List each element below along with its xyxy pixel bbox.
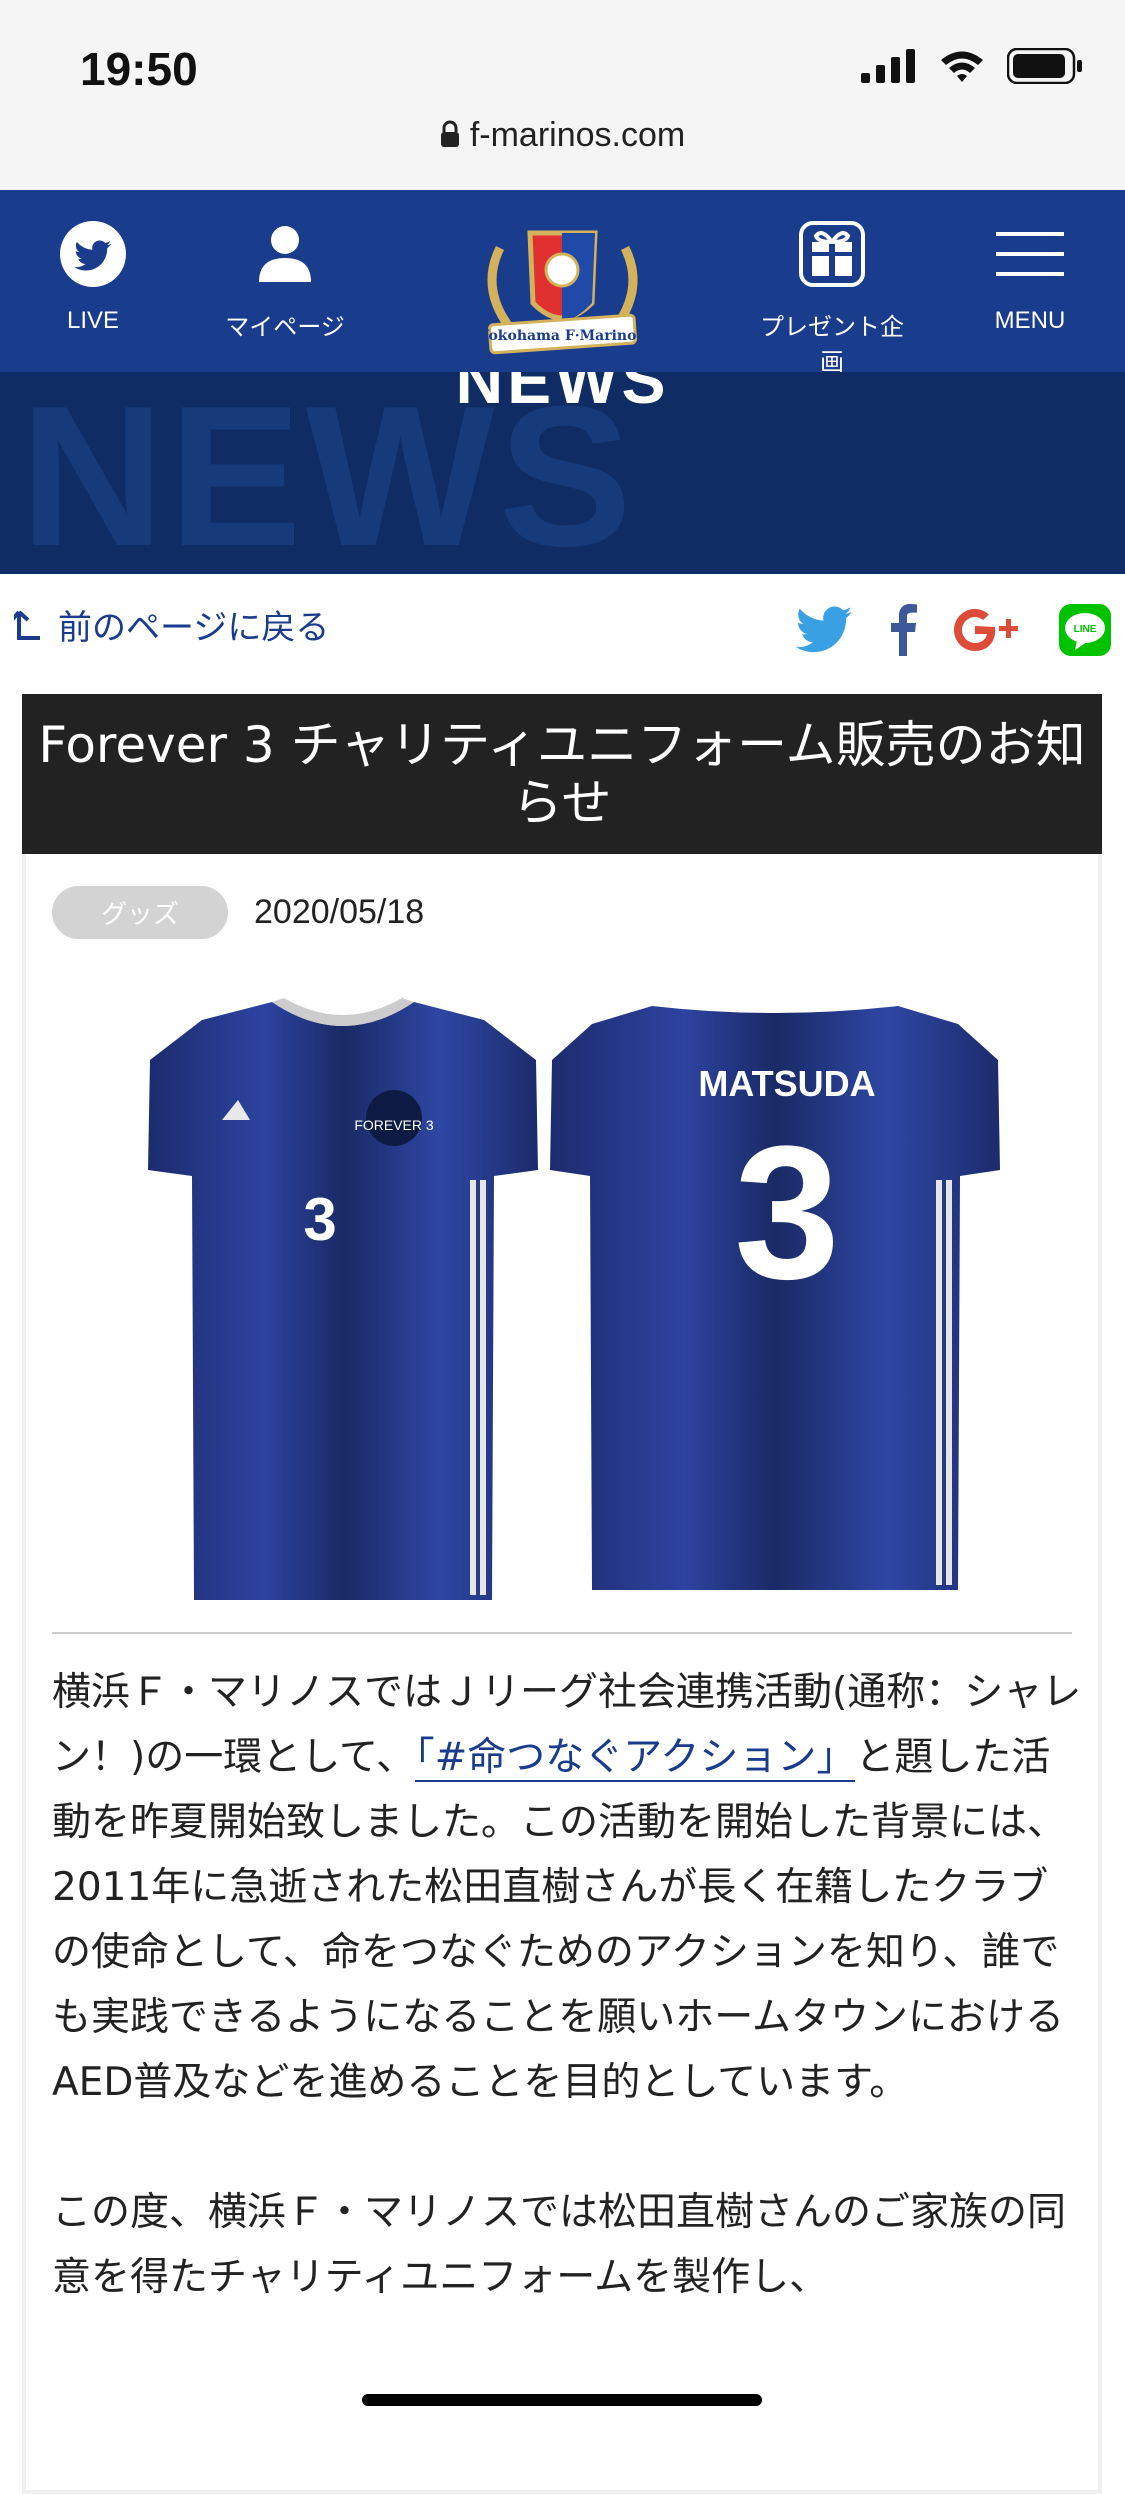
share-buttons: LINE — [759, 604, 1111, 660]
nav-mypage-label: マイページ — [225, 314, 345, 341]
back-jersey: MATSUDA 3 — [550, 1006, 1000, 1590]
nav-present-label: プレゼント企画 — [760, 314, 904, 376]
inochi-tsunagu-action-link[interactable]: 「#命つなぐアクション」 — [415, 1735, 856, 1782]
gift-icon — [799, 221, 865, 287]
back-link[interactable]: 前のページに戻る — [14, 600, 329, 649]
twitter-icon — [60, 221, 126, 287]
signal-icon — [861, 49, 917, 87]
google-plus-icon[interactable] — [953, 608, 1023, 656]
site-header: LIVE マイページ Yokohama F·Marinos プレゼント企画 ME… — [0, 190, 1125, 376]
status-time: 19:50 — [80, 43, 198, 95]
article-paragraph-1: 横浜Ｆ・マリノスではＪリーグ社会連携活動(通称：シャレン！)の一環として、「#命… — [52, 1660, 1082, 2115]
line-icon[interactable]: LINE — [1059, 604, 1111, 660]
nav-present[interactable]: プレゼント企画 — [752, 220, 912, 377]
divider — [52, 1632, 1072, 1634]
back-arrow-icon — [14, 610, 40, 640]
menu-button[interactable]: MENU — [950, 220, 1110, 335]
nav-mypage[interactable]: マイページ — [205, 220, 365, 342]
paragraph-text: と題した活動を昨夏開始致しました。この活動を開始した背景には、2011年に急逝さ… — [52, 1735, 1067, 2105]
home-indicator[interactable] — [362, 2394, 762, 2406]
hamburger-icon — [996, 232, 1064, 276]
twitter-icon[interactable] — [795, 606, 853, 658]
nav-live-label: LIVE — [66, 307, 120, 334]
category-badge[interactable]: グッズ — [52, 886, 228, 939]
front-jersey: 3 FOREVER 3 — [148, 998, 538, 1600]
status-icons — [861, 47, 1083, 88]
back-name: MATSUDA — [698, 1063, 875, 1104]
back-number: 3 — [734, 1107, 840, 1319]
logo-text: Yokohama F·Marinos — [479, 328, 645, 344]
forever3-crest: FOREVER 3 — [354, 1117, 434, 1133]
uniform-image: 3 FOREVER 3 MATSUDA 3 — [52, 980, 1072, 1620]
article-date: 2020/05/18 — [254, 893, 425, 931]
battery-icon — [1006, 47, 1083, 88]
article-paragraph-2: この度、横浜Ｆ・マリノスでは松田直樹さんのご家族の同意を得たチャリティユニフォー… — [52, 2190, 1067, 2300]
nav-live[interactable]: LIVE — [13, 220, 173, 335]
url-text: f-marinos.com — [469, 116, 686, 154]
status-bar: 19:50 f-marinos.com — [0, 0, 1125, 190]
address-bar[interactable]: f-marinos.com — [0, 116, 1125, 157]
menu-label: MENU — [994, 307, 1066, 334]
facebook-icon[interactable] — [889, 604, 917, 660]
article-title: Forever 3 チャリティユニフォーム販売のお知らせ — [22, 694, 1102, 854]
back-link-label: 前のページに戻る — [58, 608, 330, 648]
club-logo[interactable]: Yokohama F·Marinos — [470, 208, 655, 358]
user-icon — [259, 226, 311, 282]
lock-icon — [440, 118, 460, 157]
article-meta: グッズ 2020/05/18 — [52, 886, 424, 939]
article-body: 横浜Ｆ・マリノスではＪリーグ社会連携活動(通称：シャレン！)の一環として、「#命… — [52, 1660, 1082, 2375]
news-banner-title: NEWS — [455, 372, 670, 417]
front-number: 3 — [303, 1186, 336, 1253]
wifi-icon — [939, 49, 985, 87]
line-icon-text: LINE — [1074, 624, 1097, 635]
news-banner: NEWS NEWS — [0, 372, 1125, 574]
